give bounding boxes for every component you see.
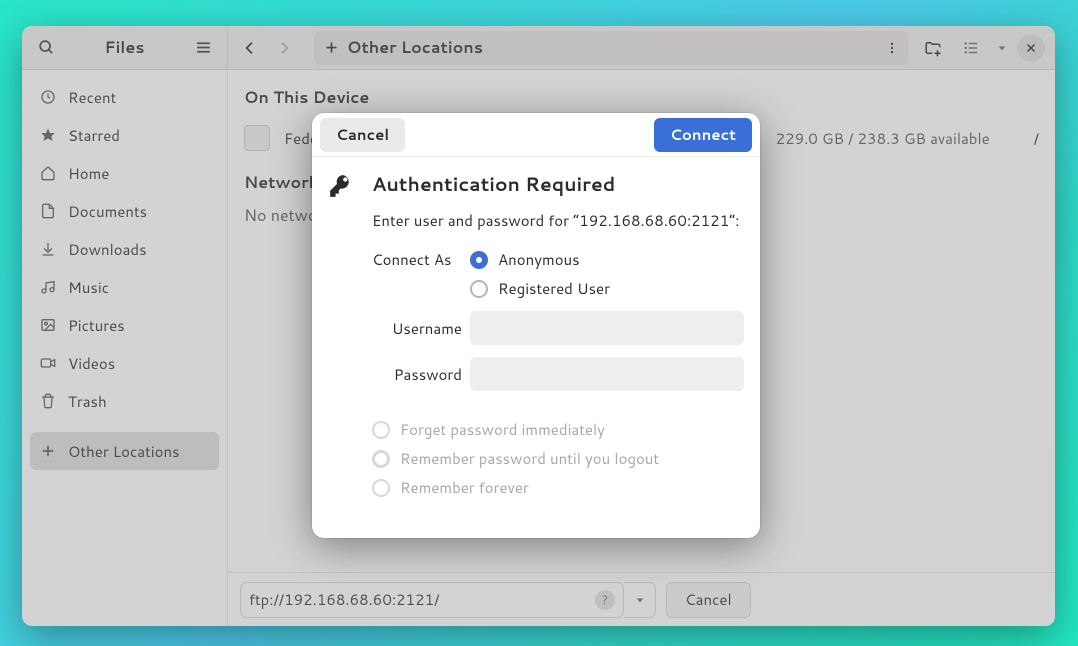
- password-input[interactable]: [470, 357, 744, 391]
- radio-icon: [372, 421, 390, 439]
- dialog-header: Cancel Connect: [312, 113, 760, 157]
- radio-icon: [470, 280, 488, 298]
- radio-icon: [470, 251, 488, 269]
- radio-icon: [372, 479, 390, 497]
- radio-remember-forever[interactable]: Remember forever: [372, 477, 744, 498]
- dialog-subtitle: Enter user and password for “192.168.68.…: [372, 210, 744, 231]
- radio-label: Remember forever: [400, 477, 529, 498]
- radio-label: Registered User: [498, 278, 610, 299]
- radio-forget-immediately[interactable]: Forget password immediately: [372, 419, 744, 440]
- radio-label: Remember password until you logout: [400, 448, 659, 469]
- radio-registered[interactable]: Registered User: [470, 278, 610, 299]
- dialog-title: Authentication Required: [372, 171, 744, 198]
- username-label: Username: [372, 318, 470, 339]
- radio-label: Forget password immediately: [400, 419, 605, 440]
- radio-remember-logout[interactable]: Remember password until you logout: [372, 448, 744, 469]
- connect-as-label: Connect As: [372, 249, 470, 270]
- password-label: Password: [372, 364, 470, 385]
- radio-anonymous[interactable]: Anonymous: [470, 249, 610, 270]
- radio-icon: [372, 450, 390, 468]
- radio-label: Anonymous: [498, 249, 580, 270]
- key-icon: [328, 171, 358, 506]
- connect-button[interactable]: Connect: [654, 118, 752, 152]
- auth-dialog: Cancel Connect Authentication Required E…: [312, 113, 760, 538]
- username-input[interactable]: [470, 311, 744, 345]
- cancel-button[interactable]: Cancel: [320, 118, 405, 152]
